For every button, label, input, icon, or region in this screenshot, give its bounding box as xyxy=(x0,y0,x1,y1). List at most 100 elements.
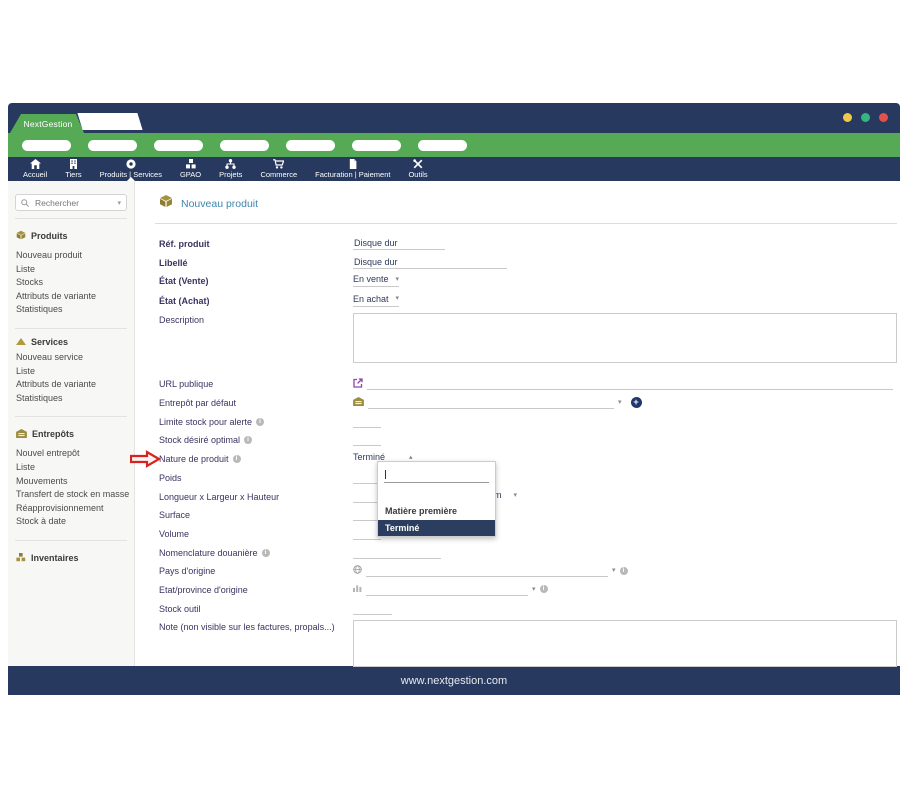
sidebar-item-nouvel-entrepot[interactable]: Nouvel entrepôt xyxy=(8,447,134,461)
left-sidebar: ▾ Produits Nouveau produit Liste Stocks … xyxy=(8,181,135,666)
dimension-unit-select[interactable]: m ▾ xyxy=(494,490,517,502)
sidebar-item-stocks[interactable]: Stocks xyxy=(8,276,134,290)
package-icon xyxy=(159,194,173,213)
chevron-up-icon: ▴ xyxy=(409,454,413,461)
nav-item-label: Tiers xyxy=(65,170,81,179)
search-caret-icon[interactable]: ▾ xyxy=(117,199,121,207)
inventory-boxes-icon xyxy=(16,549,26,567)
field-label: Nature de produit xyxy=(159,454,229,464)
field-label: Etat/province d'origine xyxy=(159,583,353,595)
form-row-dimensions: Longueur x Largeur x Hauteur x x m ▾ xyxy=(159,490,897,509)
topmenu-pill[interactable] xyxy=(286,140,335,151)
field-label: Réf. produit xyxy=(159,237,353,249)
sidebar-item-mouvements[interactable]: Mouvements xyxy=(8,475,134,489)
nav-item-label: Commerce xyxy=(260,170,297,179)
chevron-down-icon[interactable]: ▾ xyxy=(612,567,616,574)
longueur-input[interactable] xyxy=(353,490,377,503)
active-tab-indicator xyxy=(127,177,135,181)
nomenclature-input[interactable] xyxy=(353,546,441,559)
sidebar-item-statistiques[interactable]: Statistiques xyxy=(8,392,134,406)
field-label: Poids xyxy=(159,471,353,483)
note-textarea[interactable] xyxy=(353,620,897,667)
brand-logo[interactable]: NextGestion xyxy=(10,114,86,133)
topmenu-pill[interactable] xyxy=(418,140,467,151)
sidebar-item-attributs[interactable]: Attributs de variante xyxy=(8,290,134,304)
dropdown-option-termine[interactable]: Terminé xyxy=(378,520,495,536)
product-cube-icon xyxy=(16,227,26,245)
sidebar-item-attributs[interactable]: Attributs de variante xyxy=(8,378,134,392)
nav-item-accueil[interactable]: Accueil xyxy=(14,157,56,181)
form-row-entrepot: Entrepôt par défaut ▾ + xyxy=(159,396,897,415)
warehouse-icon xyxy=(16,425,27,443)
sidebar-section-title[interactable]: Entrepôts xyxy=(8,425,134,443)
sidebar-section-services: Services Nouveau service Liste Attributs… xyxy=(8,329,134,409)
window-dot-red[interactable] xyxy=(879,113,888,122)
search-icon xyxy=(21,194,29,212)
sidebar-section-entrepots: Entrepôts Nouvel entrepôt Liste Mouvemen… xyxy=(8,417,134,533)
nav-item-facturation[interactable]: Facturation | Paiement xyxy=(306,157,399,181)
topmenu-pill[interactable] xyxy=(220,140,269,151)
sidebar-item-reapprovisionnement[interactable]: Réapprovisionnement xyxy=(8,502,134,516)
form-row-limite-stock: Limite stock pour alertei xyxy=(159,415,897,434)
entrepot-select-input[interactable] xyxy=(368,396,614,409)
stock-optimal-input[interactable] xyxy=(353,433,381,446)
region-icon xyxy=(353,584,362,594)
nav-item-tiers[interactable]: Tiers xyxy=(56,157,90,181)
topmenu-pill[interactable] xyxy=(154,140,203,151)
nav-item-label: Accueil xyxy=(23,170,47,179)
sidebar-item-liste[interactable]: Liste xyxy=(8,365,134,379)
field-label: Pays d'origine xyxy=(159,564,353,576)
etat-vente-select[interactable]: En vente ▾ xyxy=(353,274,399,287)
sidebar-item-transfert-stock[interactable]: Transfert de stock en masse xyxy=(8,488,134,502)
dropdown-search-input[interactable] xyxy=(386,469,489,481)
nav-item-commerce[interactable]: Commerce xyxy=(251,157,306,181)
globe-icon xyxy=(353,565,362,576)
stock-outil-input[interactable] xyxy=(353,602,392,615)
ref-produit-input[interactable] xyxy=(353,237,445,250)
description-textarea[interactable] xyxy=(353,313,897,363)
sidebar-section-title[interactable]: Services xyxy=(8,337,134,347)
top-menu-bar xyxy=(8,133,900,157)
topmenu-pill[interactable] xyxy=(22,140,71,151)
window-dot-yellow[interactable] xyxy=(843,113,852,122)
nav-item-produits-services[interactable]: Produits | Services xyxy=(91,157,171,181)
nav-item-projets[interactable]: Projets xyxy=(210,157,251,181)
etat-achat-select[interactable]: En achat ▾ xyxy=(353,294,399,307)
sidebar-item-stock-a-date[interactable]: Stock à date xyxy=(8,515,134,529)
url-publique-input[interactable] xyxy=(367,377,893,390)
chevron-down-icon: ▾ xyxy=(395,295,399,302)
footer-link[interactable]: www.nextgestion.com xyxy=(401,675,507,687)
sidebar-section-inventaires: Inventaires xyxy=(8,541,134,575)
app-window: NextGestion Accueil Tiers xyxy=(8,103,900,695)
topmenu-pill[interactable] xyxy=(352,140,401,151)
add-entrepot-button[interactable]: + xyxy=(631,397,642,408)
chevron-down-icon[interactable]: ▾ xyxy=(618,399,622,406)
external-link-icon[interactable] xyxy=(353,378,363,390)
sidebar-item-statistiques[interactable]: Statistiques xyxy=(8,303,134,317)
libelle-input[interactable] xyxy=(353,256,507,269)
sidebar-item-nouveau-produit[interactable]: Nouveau produit xyxy=(8,249,134,263)
etat-province-select-input[interactable] xyxy=(366,583,528,596)
logo-slab-shape xyxy=(77,113,142,130)
sidebar-item-liste[interactable]: Liste xyxy=(8,263,134,277)
dropdown-option-matiere-premiere[interactable]: Matière première xyxy=(378,503,495,519)
search-input[interactable] xyxy=(33,197,113,209)
nav-item-label: Facturation | Paiement xyxy=(315,170,390,179)
field-label: Nomenclature douanière xyxy=(159,548,258,558)
field-label: Limite stock pour alerte xyxy=(159,417,252,427)
topmenu-pill[interactable] xyxy=(88,140,137,151)
warehouse-icon xyxy=(353,397,364,408)
sidebar-item-liste[interactable]: Liste xyxy=(8,461,134,475)
sidebar-section-title[interactable]: Inventaires xyxy=(8,549,134,567)
nav-item-gpao[interactable]: GPAO xyxy=(171,157,210,181)
window-dot-green[interactable] xyxy=(861,113,870,122)
info-icon: i xyxy=(262,549,270,557)
sidebar-section-title[interactable]: Produits xyxy=(8,227,134,245)
sidebar-item-nouveau-service[interactable]: Nouveau service xyxy=(8,351,134,365)
limite-stock-input[interactable] xyxy=(353,415,381,428)
dropdown-option-empty[interactable] xyxy=(378,483,495,503)
pays-origine-select-input[interactable] xyxy=(366,564,608,577)
chevron-down-icon[interactable]: ▾ xyxy=(532,586,536,593)
main-panel: Nouveau produit Réf. produit Libellé Éta… xyxy=(135,181,900,666)
nav-item-outils[interactable]: Outils xyxy=(399,157,436,181)
